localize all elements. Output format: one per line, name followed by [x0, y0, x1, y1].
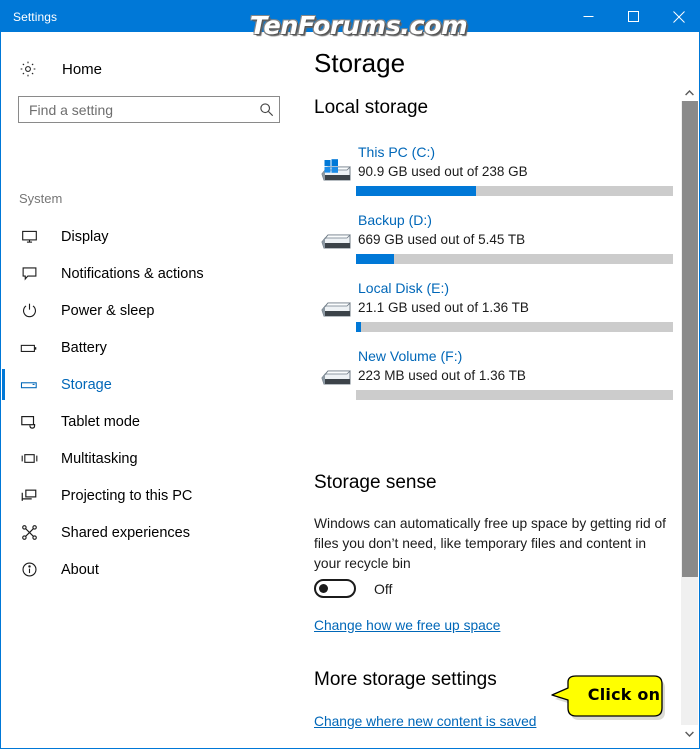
drive-usage: 90.9 GB used out of 238 GB — [358, 164, 528, 179]
window-title: Settings — [13, 9, 58, 24]
local-storage-header: Local storage — [314, 97, 429, 118]
sidebar-item-label: About — [61, 561, 99, 578]
sidebar-item-label: Battery — [61, 339, 107, 356]
toggle-state-label: Off — [374, 580, 393, 597]
tablet-mode-icon — [19, 412, 39, 432]
caption-button-group — [566, 1, 699, 32]
drive-row[interactable]: This PC (C:) 90.9 GB used out of 238 GB — [298, 144, 678, 212]
vertical-scrollbar[interactable] — [680, 32, 698, 748]
drive-row[interactable]: New Volume (F:) 223 MB used out of 1.36 … — [298, 348, 678, 416]
sidebar-item-notifications[interactable]: Notifications & actions — [2, 255, 298, 292]
maximize-button[interactable] — [611, 1, 656, 32]
watermark: TenForums.com — [249, 11, 468, 40]
sidebar-item-power-sleep[interactable]: Power & sleep — [2, 292, 298, 329]
share-icon — [19, 523, 39, 543]
more-storage-settings-header: More storage settings — [314, 669, 497, 690]
projecting-icon — [19, 486, 39, 506]
drive-usage-bar — [356, 254, 673, 264]
chevron-down-icon[interactable] — [681, 725, 698, 742]
drive-icon — [316, 292, 354, 326]
drive-usage: 223 MB used out of 1.36 TB — [358, 368, 526, 383]
storage-sense-toggle[interactable] — [314, 579, 356, 598]
sidebar-item-storage[interactable]: Storage — [2, 366, 298, 403]
gear-icon — [19, 60, 41, 78]
click-on-callout: Click on — [548, 673, 673, 725]
monitor-icon — [19, 227, 39, 247]
info-icon — [19, 560, 39, 580]
drive-list: This PC (C:) 90.9 GB used out of 238 GB … — [298, 144, 678, 416]
toggle-knob — [319, 584, 328, 593]
chevron-up-icon[interactable] — [681, 84, 698, 101]
sidebar-item-tablet-mode[interactable]: Tablet mode — [2, 403, 298, 440]
sidebar-nav-list: Display Notifications & actions Power & … — [2, 218, 298, 588]
battery-icon — [19, 338, 39, 358]
scrollbar-track[interactable] — [681, 101, 698, 725]
drive-row[interactable]: Local Disk (E:) 21.1 GB used out of 1.36… — [298, 280, 678, 348]
page-title: Storage — [314, 48, 406, 78]
drive-name[interactable]: New Volume (F:) — [358, 348, 462, 364]
drive-usage-bar — [356, 322, 673, 332]
sidebar-item-label: Tablet mode — [61, 413, 140, 430]
sidebar-item-battery[interactable]: Battery — [2, 329, 298, 366]
sidebar-item-label: Power & sleep — [61, 302, 155, 319]
power-icon — [19, 301, 39, 321]
multitasking-icon — [19, 449, 39, 469]
search-box[interactable] — [18, 96, 280, 123]
windows-drive-icon — [316, 156, 354, 190]
sidebar-item-label: Notifications & actions — [61, 265, 204, 282]
sidebar-item-projecting[interactable]: Projecting to this PC — [2, 477, 298, 514]
sidebar-home-label: Home — [62, 60, 103, 78]
sidebar-item-home[interactable]: Home — [2, 54, 298, 84]
sidebar-item-multitasking[interactable]: Multitasking — [2, 440, 298, 477]
sidebar-item-shared-experiences[interactable]: Shared experiences — [2, 514, 298, 551]
drive-usage-bar — [356, 186, 673, 196]
sidebar: Home System Display — [2, 32, 298, 748]
close-button[interactable] — [656, 1, 699, 32]
minimize-button[interactable] — [566, 1, 611, 32]
sidebar-item-label: Display — [61, 228, 109, 245]
sidebar-item-label: Projecting to this PC — [61, 487, 193, 504]
drive-icon — [316, 360, 354, 394]
sidebar-item-label: Storage — [61, 376, 112, 393]
change-where-new-content-is-saved-link[interactable]: Change where new content is saved — [314, 714, 536, 729]
settings-window: Settings TenForums.com Home Find a setti… — [0, 0, 700, 749]
sidebar-item-about[interactable]: About — [2, 551, 298, 588]
sidebar-item-display[interactable]: Display — [2, 218, 298, 255]
drive-name[interactable]: This PC (C:) — [358, 144, 435, 160]
storage-sense-toggle-row[interactable]: Off — [314, 579, 392, 598]
sidebar-item-label: Multitasking — [61, 450, 138, 467]
drive-usage-bar — [356, 390, 673, 400]
sidebar-item-label: Shared experiences — [61, 524, 190, 541]
callout-label: Click on — [587, 685, 661, 704]
drive-usage: 21.1 GB used out of 1.36 TB — [358, 300, 529, 315]
drive-name[interactable]: Local Disk (E:) — [358, 280, 449, 296]
drive-name[interactable]: Backup (D:) — [358, 212, 432, 228]
drive-row[interactable]: Backup (D:) 669 GB used out of 5.45 TB — [298, 212, 678, 280]
drive-usage-fill — [356, 254, 395, 264]
drive-usage-fill — [356, 186, 477, 196]
search-icon[interactable] — [253, 102, 279, 117]
change-how-we-free-up-space-link[interactable]: Change how we free up space — [314, 618, 500, 633]
drive-usage-fill — [356, 322, 361, 332]
main-content: Storage Local storage This PC (C:) 90.9 … — [298, 32, 699, 748]
storage-sense-header: Storage sense — [314, 472, 437, 493]
speech-bubble-icon — [19, 264, 39, 284]
drive-icon — [19, 375, 39, 395]
drive-usage: 669 GB used out of 5.45 TB — [358, 232, 526, 247]
sidebar-section-header: System — [19, 191, 63, 206]
storage-sense-description: Windows can automatically free up space … — [314, 516, 667, 571]
drive-icon — [316, 224, 354, 258]
search-input[interactable] — [19, 97, 253, 122]
scrollbar-thumb[interactable] — [682, 101, 698, 577]
